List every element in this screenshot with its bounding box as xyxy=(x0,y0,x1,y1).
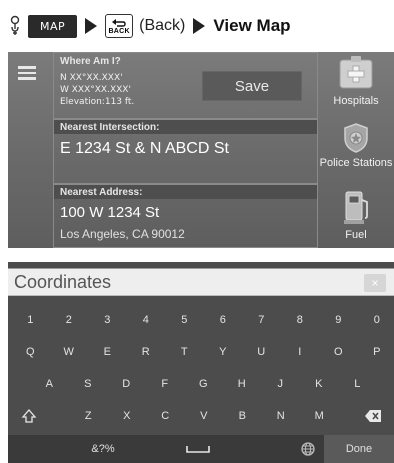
letter-key[interactable]: R xyxy=(127,338,166,366)
letter-key[interactable]: Q xyxy=(11,338,50,366)
number-key[interactable]: 4 xyxy=(127,306,166,334)
letter-key[interactable]: C xyxy=(146,402,185,430)
fuel-button[interactable]: Fuel xyxy=(316,188,394,241)
map-button: MAP xyxy=(28,14,78,38)
letter-key[interactable]: L xyxy=(338,370,377,398)
breadcrumb: MAP BACK (Back) View Map xyxy=(8,6,394,46)
letter-key[interactable]: F xyxy=(146,370,185,398)
backspace-key[interactable] xyxy=(354,402,392,430)
keyboard-bottom-row: &?% Done xyxy=(8,435,394,463)
nearest-intersection-section[interactable]: Nearest Intersection: E 1234 St & N ABCD… xyxy=(53,119,318,184)
letter-key-row-1: QWERTYUIOP xyxy=(8,338,394,366)
number-key[interactable]: 9 xyxy=(319,306,358,334)
category-label: Police Stations xyxy=(319,157,393,169)
letter-key[interactable]: H xyxy=(223,370,262,398)
number-key[interactable]: 6 xyxy=(204,306,243,334)
letter-key-row-3: ZXCVBNM xyxy=(8,402,394,430)
letter-key[interactable]: X xyxy=(108,402,147,430)
address-line2: Los Angeles, CA 90012 xyxy=(60,227,185,241)
arrow-right-icon xyxy=(193,18,206,34)
letter-key[interactable]: V xyxy=(185,402,224,430)
breadcrumb-destination: View Map xyxy=(213,16,291,35)
letter-key[interactable]: S xyxy=(69,370,108,398)
longitude-value: W XXX°XX.XXX' xyxy=(60,85,131,95)
coordinates-keyboard-screen: × 1234567890 QWERTYUIOP ASDFGHJKL ZXCVBN… xyxy=(8,262,394,463)
number-key-row: 1234567890 xyxy=(8,306,394,334)
letter-key[interactable]: E xyxy=(88,338,127,366)
letter-key[interactable]: A xyxy=(30,370,69,398)
clear-input-button[interactable]: × xyxy=(364,274,386,292)
language-key[interactable] xyxy=(293,435,323,463)
location-info-panel: Where Am I? N XX°XX.XXX' W XXX°XX.XXX' E… xyxy=(53,52,318,248)
letter-key[interactable]: O xyxy=(319,338,358,366)
symbols-key[interactable]: &?% xyxy=(68,435,138,463)
letter-key[interactable]: P xyxy=(358,338,394,366)
back-arrow-icon xyxy=(112,18,126,27)
back-text: (Back) xyxy=(139,17,186,34)
section-title: Nearest Intersection: xyxy=(54,120,317,134)
number-key[interactable]: 8 xyxy=(281,306,320,334)
section-title: Where Am I? xyxy=(60,56,121,67)
hospitals-button[interactable]: Hospitals xyxy=(316,54,394,107)
police-stations-button[interactable]: Police Stations xyxy=(316,122,394,169)
shift-key[interactable] xyxy=(10,402,48,430)
coordinates-input-bar: × xyxy=(8,268,394,296)
category-label: Hospitals xyxy=(333,95,379,107)
letter-key[interactable]: U xyxy=(242,338,281,366)
letter-key[interactable]: M xyxy=(300,402,339,430)
letter-key[interactable]: N xyxy=(262,402,301,430)
number-key[interactable]: 2 xyxy=(50,306,89,334)
number-key[interactable]: 7 xyxy=(242,306,281,334)
letter-key[interactable]: G xyxy=(184,370,223,398)
letter-key-row-2: ASDFGHJKL xyxy=(8,370,394,398)
number-key[interactable]: 1 xyxy=(11,306,50,334)
number-key[interactable]: 5 xyxy=(165,306,204,334)
space-key[interactable] xyxy=(158,435,238,463)
nearest-address-section[interactable]: Nearest Address: 100 W 1234 St Los Angel… xyxy=(53,184,318,248)
letter-key[interactable]: Z xyxy=(69,402,108,430)
arrow-right-icon xyxy=(85,18,98,34)
letter-key[interactable]: B xyxy=(223,402,262,430)
number-key[interactable]: 3 xyxy=(88,306,127,334)
letter-key[interactable]: J xyxy=(261,370,300,398)
letter-key[interactable]: Y xyxy=(204,338,243,366)
letter-key[interactable]: K xyxy=(300,370,339,398)
done-button[interactable]: Done xyxy=(324,435,394,463)
police-badge-icon xyxy=(344,123,368,153)
back-button: BACK xyxy=(105,14,134,38)
fuel-pump-icon xyxy=(344,191,368,224)
back-key-label: BACK xyxy=(108,27,130,35)
elevation-value: Elevation:113 ft. xyxy=(60,97,135,107)
where-am-i-screen: Where Am I? N XX°XX.XXX' W XXX°XX.XXX' E… xyxy=(8,52,394,248)
section-title: Nearest Address: xyxy=(54,185,317,199)
hospital-icon xyxy=(339,56,373,89)
number-key[interactable]: 0 xyxy=(358,306,394,334)
globe-icon xyxy=(301,442,315,456)
latitude-value: N XX°XX.XXX' xyxy=(60,73,123,83)
letter-key[interactable]: T xyxy=(165,338,204,366)
space-bar-icon xyxy=(186,446,210,453)
backspace-icon xyxy=(365,410,381,422)
letter-key[interactable]: D xyxy=(107,370,146,398)
address-line1: 100 W 1234 St xyxy=(60,204,160,221)
letter-key[interactable]: I xyxy=(281,338,320,366)
shift-arrow-icon xyxy=(21,409,37,423)
voice-command-icon xyxy=(10,15,20,35)
letter-key[interactable]: W xyxy=(50,338,89,366)
menu-icon[interactable] xyxy=(18,66,36,80)
save-button[interactable]: Save xyxy=(202,71,302,101)
where-am-i-section: Where Am I? N XX°XX.XXX' W XXX°XX.XXX' E… xyxy=(53,52,318,119)
coordinates-input[interactable] xyxy=(14,270,354,294)
category-label: Fuel xyxy=(345,229,367,241)
intersection-value: E 1234 St & N ABCD St xyxy=(60,140,229,157)
